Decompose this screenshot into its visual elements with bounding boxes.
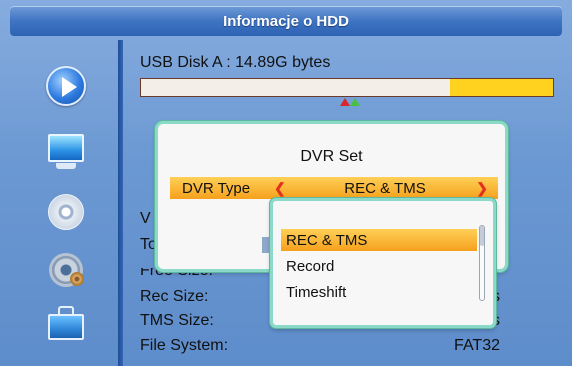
disc-icon[interactable]: [48, 194, 84, 230]
gear-icon[interactable]: [46, 250, 86, 290]
dropdown-option-rec-tms[interactable]: REC & TMS: [281, 229, 477, 251]
play-icon[interactable]: [46, 66, 86, 106]
tv-icon[interactable]: [48, 134, 84, 162]
disk-label: USB Disk A : 14.89G bytes: [140, 54, 331, 71]
info-label-tms-size: TMS Size:: [140, 312, 214, 329]
chevron-left-icon[interactable]: ❮: [274, 180, 286, 197]
disk-used-fill: [141, 79, 450, 96]
title-bar: Informacje o HDD: [10, 6, 562, 36]
info-label-file-system: File System:: [140, 337, 229, 354]
sidebar: [0, 40, 118, 366]
info-label-rec-size: Rec Size:: [140, 288, 209, 305]
disk-usage-bar: [140, 78, 554, 97]
dvr-type-label: DVR Type: [182, 180, 251, 197]
usage-marker-green: [350, 98, 360, 106]
dvr-type-dropdown[interactable]: REC & TMS Record Timeshift: [270, 198, 496, 328]
dropdown-scrollbar[interactable]: [479, 225, 485, 301]
hdd-info-screen: Informacje o HDD USB Disk A : 14.89G byt…: [0, 0, 572, 366]
dvr-type-row[interactable]: DVR Type ❮ REC & TMS ❯: [170, 177, 498, 199]
usage-marker-red: [340, 98, 350, 106]
info-label-v: V: [140, 210, 151, 227]
disk-free-fill: [450, 79, 553, 96]
briefcase-icon[interactable]: [48, 314, 84, 340]
sidebar-divider: [118, 40, 123, 366]
dropdown-option-timeshift[interactable]: Timeshift: [281, 281, 477, 303]
window-title: Informacje o HDD: [223, 13, 349, 30]
dropdown-option-record[interactable]: Record: [281, 255, 477, 277]
dvr-type-value: REC & TMS: [344, 180, 426, 197]
dvr-set-title: DVR Set: [300, 148, 363, 165]
gear-small: [70, 272, 84, 286]
scrollbar-thumb[interactable]: [480, 226, 484, 246]
chevron-right-icon[interactable]: ❯: [476, 180, 488, 197]
tv-stand: [56, 163, 76, 169]
info-value-file-system: FAT32: [454, 337, 500, 354]
